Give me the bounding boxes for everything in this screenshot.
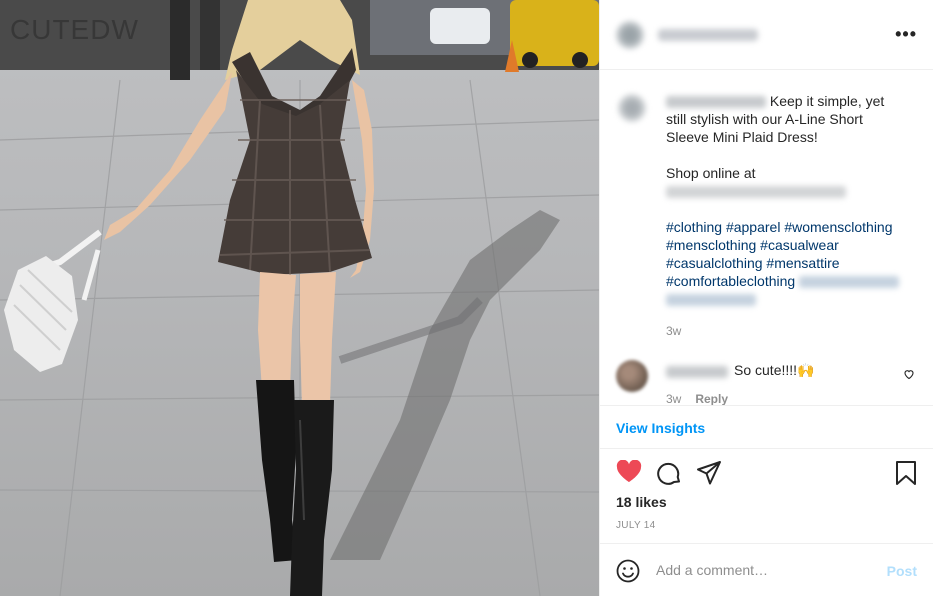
caption-shop-text: Shop online at (666, 165, 756, 181)
insights-bar: View Insights (600, 405, 933, 449)
comment-meta: 3w Reply (666, 392, 728, 406)
post-details-panel: ••• Keep it simple, yet still stylish wi… (599, 0, 933, 596)
author-avatar[interactable] (616, 20, 644, 49)
save-bookmark-icon[interactable] (895, 460, 917, 486)
hashtag-mensattire[interactable]: #mensattire (766, 255, 839, 271)
caption-author-username-redacted[interactable] (666, 96, 766, 109)
hashtag-casualclothing[interactable]: #casualclothing (666, 255, 763, 271)
caption-body: Keep it simple, yet still stylish with o… (666, 92, 916, 340)
photo-watermark: CUTEDW (10, 14, 139, 45)
post-photo[interactable]: CUTEDW (0, 0, 599, 596)
commenter-avatar[interactable] (616, 360, 648, 392)
comment-text: So cute!!!!🙌 (734, 362, 815, 378)
caption-line-1: Keep it simple, yet (769, 93, 885, 109)
hashtag-womensclothing[interactable]: #womensclothing (784, 219, 892, 235)
hashtag-clothing[interactable]: #clothing (666, 219, 722, 235)
like-comment-heart-icon[interactable] (903, 368, 915, 380)
post-date[interactable]: JULY 14 (616, 520, 656, 531)
author-username-redacted[interactable] (658, 28, 758, 41)
comment-timestamp[interactable]: 3w (666, 392, 681, 406)
caption-line-3: Sleeve Mini Plaid Dress! (666, 129, 818, 145)
hashtag-comfortableclothing[interactable]: #comfortableclothing (666, 273, 795, 289)
view-insights-link[interactable]: View Insights (616, 420, 705, 436)
share-direct-icon[interactable] (696, 460, 722, 486)
add-comment-bar: Post (600, 543, 933, 596)
likes-count[interactable]: 18 likes (616, 494, 667, 510)
caption-url-redacted[interactable] (666, 186, 846, 199)
comment-reply-button[interactable]: Reply (695, 392, 728, 406)
post-comment-button[interactable]: Post (887, 563, 917, 579)
more-options-icon[interactable]: ••• (895, 24, 917, 45)
caption-author-avatar[interactable] (618, 94, 646, 122)
hashtag-casualwear[interactable]: #casualwear (760, 237, 839, 253)
photo-illustration (0, 0, 599, 596)
hashtag-redacted-1[interactable] (799, 276, 900, 289)
comment-item: So cute!!!!🙌 3w Reply (616, 356, 917, 406)
caption-timestamp[interactable]: 3w (666, 322, 916, 340)
comment-icon[interactable] (656, 460, 682, 486)
liked-heart-icon[interactable] (616, 460, 642, 484)
hashtag-mensclothing[interactable]: #mensclothing (666, 237, 756, 253)
commenter-username-redacted[interactable] (666, 366, 728, 378)
caption-line-2: still stylish with our A-Line Short (666, 111, 863, 127)
post-header: ••• (600, 0, 933, 70)
emoji-icon[interactable] (616, 559, 640, 583)
action-bar (616, 458, 917, 490)
add-comment-input[interactable] (656, 558, 866, 582)
hashtag-apparel[interactable]: #apparel (726, 219, 781, 235)
hashtag-redacted-2[interactable] (666, 294, 756, 307)
